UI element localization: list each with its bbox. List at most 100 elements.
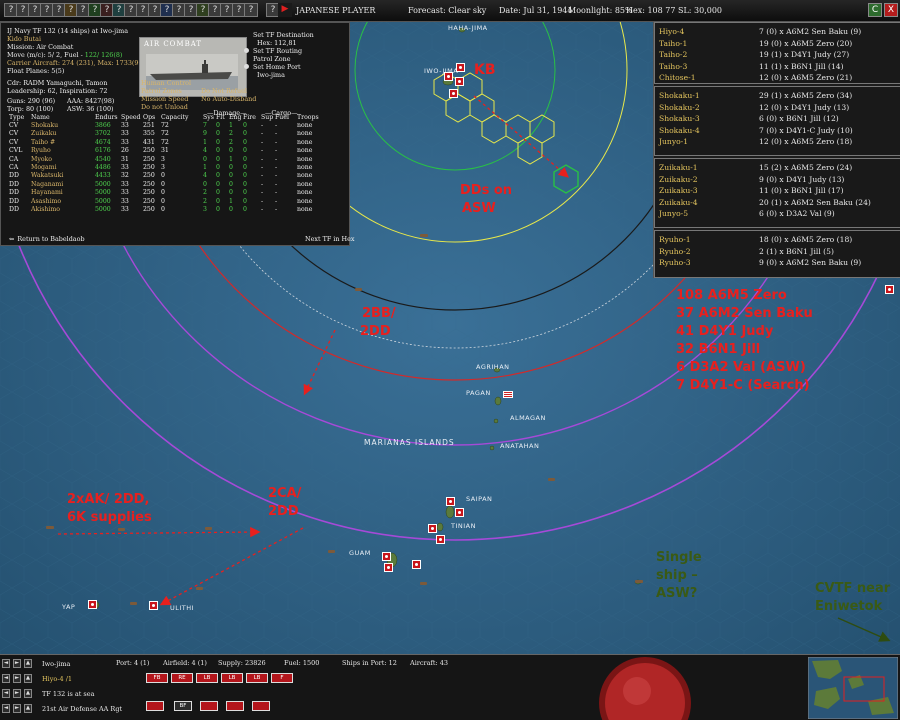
air-group-row[interactable]: Chitose-1 12 (0) x A6M5 Zero (21) — [659, 73, 852, 82]
minimap[interactable] — [808, 657, 898, 719]
ship-cell: 33 — [121, 189, 129, 197]
tf-marker[interactable] — [456, 63, 465, 72]
squadron-tag[interactable]: LB — [246, 673, 268, 683]
row-nav-icon[interactable]: ◄ — [2, 689, 10, 698]
ship-row[interactable]: DD Akishimo 5000 33 250 0 3 0 0 0 - - none — [9, 205, 323, 213]
air-group-aircraft: 20 (1) x A6M2 Sen Baku (24) — [759, 197, 871, 207]
ship-row[interactable]: CV Shokaku 3866 33 251 72 7 0 1 0 - - none — [9, 121, 323, 129]
tf-marker-kb[interactable] — [455, 77, 464, 86]
selection-row[interactable]: ◄ ► ▲ Iwo-jima — [2, 658, 106, 669]
ship-row[interactable]: DD Asashimo 5000 33 250 0 2 0 1 0 - - none — [9, 197, 323, 205]
air-group-row[interactable]: Zuikaku-1 15 (2) x A6M5 Zero (24) — [659, 163, 852, 172]
row-nav-icon[interactable]: ▲ — [24, 704, 32, 713]
return-link[interactable]: ⇐ Return to Babeldaob — [9, 235, 85, 243]
option-patrol-zones[interactable]: Patrol Zones — [141, 87, 182, 95]
ship-row[interactable]: DD Naganami 5000 33 250 0 0 0 0 0 - - none — [9, 180, 323, 188]
air-group-row[interactable]: Ryuho-2 2 (1) x B6N1 Jill (5) — [659, 247, 834, 256]
air-group-block-4: Ryuho-1 18 (0) x A6M5 Zero (18) Ryuho-2 2 (… — [654, 230, 900, 278]
option-do-not-refuel[interactable]: Do Not Refuel — [201, 87, 247, 95]
annotation-kb: KB — [474, 62, 496, 78]
air-group-aircraft: 9 (0) x D4Y1 Judy (13) — [759, 174, 845, 184]
row-nav-icon[interactable]: ◄ — [2, 704, 10, 713]
ship-row[interactable]: DD Hayanami 5000 33 250 0 2 0 0 0 - - none — [9, 189, 323, 197]
option-mission-speed[interactable]: Mission Speed — [141, 95, 188, 103]
air-group-row[interactable]: Taiho-1 19 (0) x A6M5 Zero (20) — [659, 39, 852, 48]
air-group-row[interactable]: Taiho-2 19 (1) x D4Y1 Judy (27) — [659, 50, 849, 59]
air-group-row[interactable]: Hiyo-4 7 (0) x A6M2 Sen Baku (9) — [659, 27, 861, 36]
option-patrol-zone[interactable]: Patrol Zone — [253, 55, 291, 63]
selection-row[interactable]: ◄ ► ▲ TF 132 is at sea — [2, 688, 106, 699]
air-group-row[interactable]: Taiho-3 11 (1) x B6N1 Jill (14) — [659, 62, 844, 71]
ship-cell: 0 — [243, 155, 247, 163]
squadron-tag[interactable]: F — [271, 673, 293, 683]
selection-row[interactable]: ◄ ► ▲ Hiyo-4 /1 — [2, 673, 106, 684]
ship-row[interactable]: CA Mogami 4486 33 250 3 1 0 0 0 - - none — [9, 163, 323, 171]
air-group-row[interactable]: Zuikaku-4 20 (1) x A6M2 Sen Baku (24) — [659, 198, 871, 207]
option-set-destination[interactable]: Set TF Destination — [253, 31, 314, 39]
base-marker-guam[interactable] — [382, 552, 391, 561]
row-nav-icon[interactable]: ► — [13, 689, 21, 698]
close-button[interactable]: X — [884, 3, 898, 17]
option-set-home-port[interactable]: Set Home Port — [244, 63, 301, 71]
ship-row[interactable]: CVL Ryuho 6176 26 250 31 4 0 0 0 - - none — [9, 147, 323, 155]
air-group-row[interactable]: Ryuho-1 18 (0) x A6M5 Zero (18) — [659, 235, 852, 244]
unit-tag[interactable] — [252, 701, 270, 711]
selection-row[interactable]: ◄ ► ▲ 21st Air Defense AA Rgt — [2, 703, 122, 714]
air-group-row[interactable]: Zuikaku-3 11 (0) x B6N1 Jill (17) — [659, 186, 844, 195]
tf-marker[interactable] — [455, 508, 464, 517]
row-nav-icon[interactable]: ▲ — [24, 659, 32, 668]
row-nav-icon[interactable]: ◄ — [2, 674, 10, 683]
row-nav-icon[interactable]: ▲ — [24, 674, 32, 683]
ship-row[interactable]: DD Wakatsuki 4433 32 250 0 4 0 0 0 - - none — [9, 172, 323, 180]
ship-cell: Mogami — [31, 164, 57, 172]
ship-row[interactable]: CA Myoko 4540 31 250 3 0 0 1 0 - - none — [9, 155, 323, 163]
unit-tag[interactable] — [146, 701, 164, 711]
row-nav-icon[interactable]: ► — [13, 659, 21, 668]
tf-marker[interactable] — [412, 560, 421, 569]
base-marker-yap[interactable] — [88, 600, 97, 609]
base-marker-saipan[interactable] — [446, 497, 455, 506]
row-nav-icon[interactable]: ▲ — [24, 689, 32, 698]
base-marker-ulithi[interactable] — [149, 601, 158, 610]
squadron-tag[interactable]: LB — [196, 673, 218, 683]
center-button[interactable]: C — [868, 3, 882, 17]
tf-marker[interactable] — [384, 563, 393, 572]
next-tf-link[interactable]: Next TF in Hex — [305, 235, 354, 243]
ship-marker — [118, 528, 125, 531]
ship-row[interactable]: CV Taiho # 4674 33 431 72 1 0 2 0 - - none — [9, 138, 323, 146]
ship-cell: 0 — [216, 172, 220, 180]
base-marker-tinian[interactable] — [428, 524, 437, 533]
air-group-row[interactable]: Shokaku-1 29 (1) x A6M5 Zero (34) — [659, 91, 852, 100]
tf-marker-edge[interactable] — [885, 285, 894, 294]
row-nav-icon[interactable]: ◄ — [2, 659, 10, 668]
tf-commander[interactable]: Cdr: RADM Yamaguchi, Tamon — [7, 79, 107, 87]
squadron-tag[interactable]: LB — [221, 673, 243, 683]
air-group-row[interactable]: Junyo-5 6 (0) x D3A2 Val (9) — [659, 209, 835, 218]
end-turn-button[interactable]: ▶ — [278, 3, 292, 17]
option-set-routing[interactable]: Set TF Routing — [244, 47, 302, 55]
unit-tag[interactable] — [226, 701, 244, 711]
air-group-row[interactable]: Shokaku-3 6 (0) x B6N1 Jill (12) — [659, 114, 839, 123]
air-group-row[interactable]: Zuikaku-2 9 (0) x D4Y1 Judy (13) — [659, 175, 844, 184]
ship-cell: 250 — [143, 197, 155, 205]
row-nav-icon[interactable]: ► — [13, 704, 21, 713]
squadron-tag[interactable]: FB — [146, 673, 168, 683]
tf-marker[interactable] — [449, 89, 458, 98]
ship-row[interactable]: CV Zuikaku 3702 33 355 72 9 0 2 0 - - none — [9, 130, 323, 138]
squadron-tag[interactable]: RE — [171, 673, 193, 683]
air-group-row[interactable]: Ryuho-3 9 (0) x A6M2 Sen Baku (9) — [659, 258, 861, 267]
option-do-not-unload[interactable]: Do not Unload — [141, 103, 188, 111]
row-nav-icon[interactable]: ► — [13, 674, 21, 683]
unit-tag-bf[interactable]: BF — [174, 701, 192, 711]
toolbar-button[interactable]: ? — [244, 3, 258, 17]
ship-cell: DD — [9, 189, 19, 197]
option-human-control[interactable]: Human Control — [141, 79, 191, 87]
air-group-row[interactable]: Junyo-1 12 (0) x A6M5 Zero (18) — [659, 137, 852, 146]
tf-marker[interactable] — [436, 535, 445, 544]
air-group-row[interactable]: Shokaku-2 12 (0) x D4Y1 Judy (13) — [659, 103, 849, 112]
air-group-row[interactable]: Shokaku-4 7 (0) x D4Y1-C Judy (10) — [659, 126, 853, 135]
option-no-auto-disband[interactable]: No Auto-Disband — [201, 95, 256, 103]
unit-tag[interactable] — [200, 701, 218, 711]
us-flag-icon[interactable] — [503, 391, 513, 398]
base-marker-iwo-jima[interactable] — [444, 72, 453, 81]
